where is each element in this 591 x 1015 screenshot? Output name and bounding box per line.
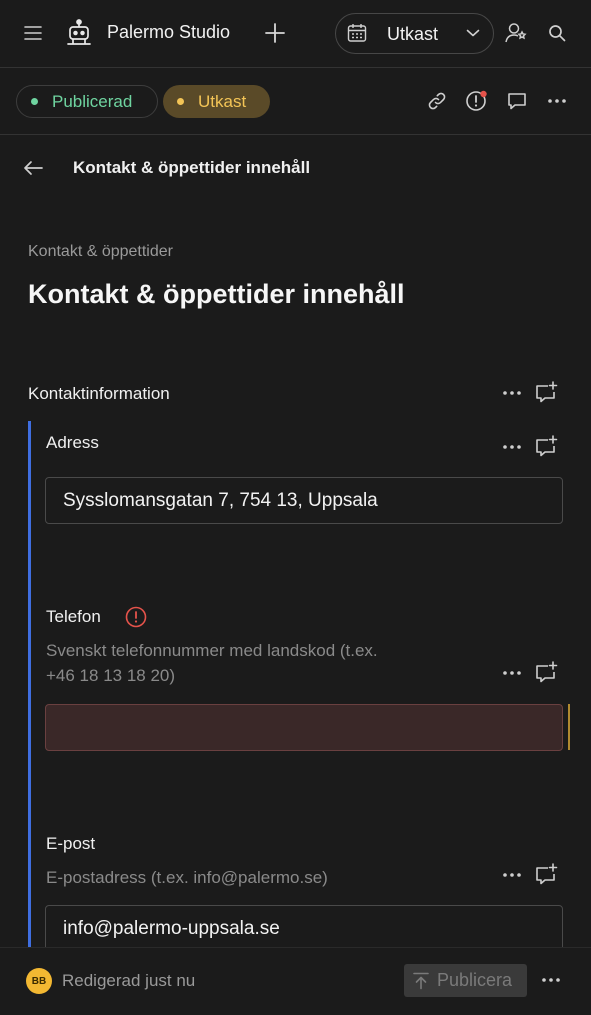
section-title: Kontaktinformation (28, 384, 170, 403)
phone-input-edge-marker (568, 704, 570, 750)
publish-button[interactable]: Publicera (404, 964, 527, 997)
status-divider (0, 134, 591, 135)
menu-icon[interactable] (17, 17, 49, 49)
upload-icon (413, 972, 429, 990)
topbar-divider (0, 67, 591, 68)
more-icon[interactable] (541, 85, 573, 117)
section-add-comment-icon[interactable] (530, 377, 562, 409)
email-add-comment-icon[interactable] (530, 859, 562, 891)
robot-logo-icon (64, 18, 94, 48)
draft-tab[interactable]: Utkast (163, 85, 270, 118)
edited-status: Redigerad just nu (62, 971, 196, 990)
published-tab[interactable]: Publicerad (16, 85, 158, 118)
published-label: Publicerad (52, 91, 133, 111)
back-arrow-icon[interactable] (17, 152, 49, 184)
address-input[interactable]: Sysslomansgatan 7, 754 13, Uppsala (45, 477, 563, 524)
phone-label: Telefon (46, 607, 101, 626)
comment-icon[interactable] (501, 85, 533, 117)
plus-icon (265, 23, 285, 43)
chevron-down-icon (466, 28, 480, 38)
search-icon[interactable] (541, 17, 573, 49)
address-label: Adress (46, 433, 99, 452)
add-button[interactable] (259, 17, 291, 49)
email-input[interactable]: info@palermo-uppsala.se (45, 905, 563, 952)
draft-label: Utkast (198, 91, 247, 111)
version-select[interactable]: Utkast (335, 13, 494, 54)
back-title: Kontakt & öppettider innehåll (73, 158, 311, 177)
published-dot (31, 98, 38, 105)
breadcrumb: Kontakt & öppettider (28, 243, 173, 260)
publish-label: Publicera (437, 970, 513, 990)
phone-add-comment-icon[interactable] (530, 657, 562, 689)
email-description: E-postadress (t.ex. info@palermo.se) (46, 868, 328, 887)
app-name: Palermo Studio (107, 22, 231, 42)
phone-more-icon[interactable] (496, 657, 528, 689)
draft-dot (177, 98, 184, 105)
address-add-comment-icon[interactable] (530, 431, 562, 463)
avatar[interactable]: BB (26, 968, 52, 994)
page-title: Kontakt & öppettider innehåll (28, 279, 405, 309)
link-icon[interactable] (421, 85, 453, 117)
section-more-icon[interactable] (496, 377, 528, 409)
phone-description-line2: +46 18 13 18 20) (46, 666, 176, 685)
phone-description-line1: Svenskt telefonnummer med landskod (t.ex… (46, 641, 378, 660)
error-icon (125, 606, 147, 628)
email-label: E-post (46, 834, 96, 853)
version-label: Utkast (387, 24, 439, 44)
section-accent-rail (28, 421, 31, 951)
alert-icon[interactable] (461, 85, 493, 117)
calendar-icon (347, 23, 367, 43)
footer-more-icon[interactable] (535, 964, 567, 996)
address-more-icon[interactable] (496, 431, 528, 463)
email-more-icon[interactable] (496, 859, 528, 891)
user-settings-icon[interactable] (500, 17, 532, 49)
phone-input[interactable] (45, 704, 563, 751)
